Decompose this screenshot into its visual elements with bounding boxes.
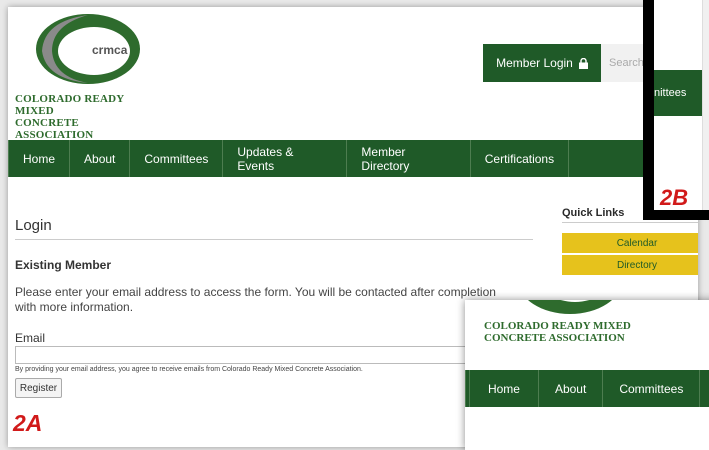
screenshot-panel-2b: nittees (654, 0, 709, 210)
email-field[interactable] (15, 346, 487, 364)
logo-line-2: CONCRETE ASSOCIATION (15, 117, 94, 141)
member-login-button[interactable]: Member Login (483, 44, 601, 82)
section-heading: Existing Member (15, 258, 112, 272)
nav-member-directory[interactable]: Member Directory (347, 140, 471, 177)
panel-2c-logo-line-1: COLORADO READY MIXED (484, 320, 631, 332)
screenshot-panel-2c: COLORADO READY MIXED CONCRETE ASSOCIATIO… (465, 300, 709, 450)
panel-2c-nav-about[interactable]: About (539, 370, 604, 407)
main-nav: Home About Committees Updates & Events M… (8, 140, 698, 177)
quick-link-calendar[interactable]: Calendar (562, 233, 698, 253)
email-consent-text: By providing your email address, you agr… (15, 366, 363, 373)
panel-2b-nav-label[interactable]: nittees (654, 87, 686, 99)
nav-committees[interactable]: Committees (130, 140, 224, 177)
nav-about[interactable]: About (70, 140, 131, 177)
nav-home[interactable]: Home (8, 140, 71, 177)
panel-2c-nav-home[interactable]: Home (470, 370, 539, 407)
figure-label-2b: 2B (660, 185, 689, 210)
login-instructions: Please enter your email address to acces… (15, 285, 496, 314)
page-title: Login (15, 217, 52, 234)
panel-2c-nav-updates[interactable]: U (700, 370, 709, 407)
crmca-logo[interactable]: crmca COLORADO READY MIXED CONCRETE ASSO… (8, 7, 158, 141)
quick-link-directory[interactable]: Directory (562, 255, 698, 275)
quick-links-title: Quick Links (562, 207, 625, 219)
panel-2c-nav-committees[interactable]: Committees (603, 370, 701, 407)
logo-line-1: COLORADO READY MIXED (15, 93, 125, 117)
svg-text:crmca: crmca (92, 43, 128, 57)
panel-2c-logo-wordmark: COLORADO READY MIXED CONCRETE ASSOCIATIO… (484, 320, 631, 344)
logo-ring-icon: crmca (36, 14, 140, 84)
panel-2c-logo-line-2: CONCRETE ASSOCIATION (484, 332, 625, 344)
logo-wordmark: COLORADO READY MIXED CONCRETE ASSOCIATIO… (15, 93, 158, 141)
figure-label-2a: 2A (13, 410, 43, 436)
title-divider (15, 239, 533, 240)
lock-icon (578, 57, 588, 69)
panel-2c-nav: Home About Committees U (465, 370, 709, 407)
panel-2b-nav-fragment: nittees (654, 70, 709, 116)
logo-ring-icon (527, 300, 613, 314)
nav-updates-events[interactable]: Updates & Events (223, 140, 348, 177)
quick-links-divider (562, 222, 698, 223)
panel-2b-edge (702, 0, 709, 210)
register-button[interactable]: Register (15, 378, 62, 398)
member-login-label: Member Login (496, 56, 573, 70)
email-label: Email (15, 331, 46, 345)
nav-certifications[interactable]: Certifications (471, 140, 570, 177)
